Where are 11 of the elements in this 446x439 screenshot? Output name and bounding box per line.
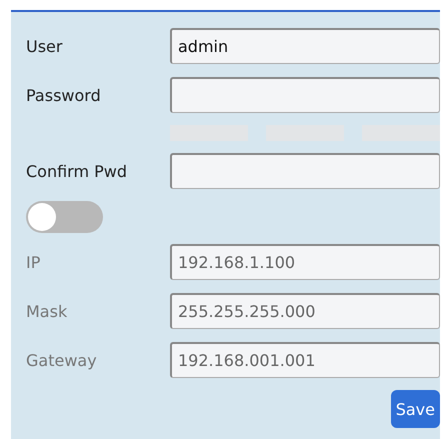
save-button[interactable]: Save [390, 390, 440, 428]
field-label: Confirm Pwd [26, 162, 128, 180]
field-label: Mask [26, 302, 68, 320]
field-label: Gateway [26, 350, 98, 370]
toggle-switch[interactable] [26, 201, 103, 233]
input-field[interactable] [170, 153, 440, 189]
field-label: User [26, 36, 64, 56]
input-field[interactable]: admin [170, 28, 440, 64]
input-field[interactable] [170, 77, 440, 113]
field-label: Password [26, 86, 102, 104]
field-label: IP [26, 252, 42, 272]
